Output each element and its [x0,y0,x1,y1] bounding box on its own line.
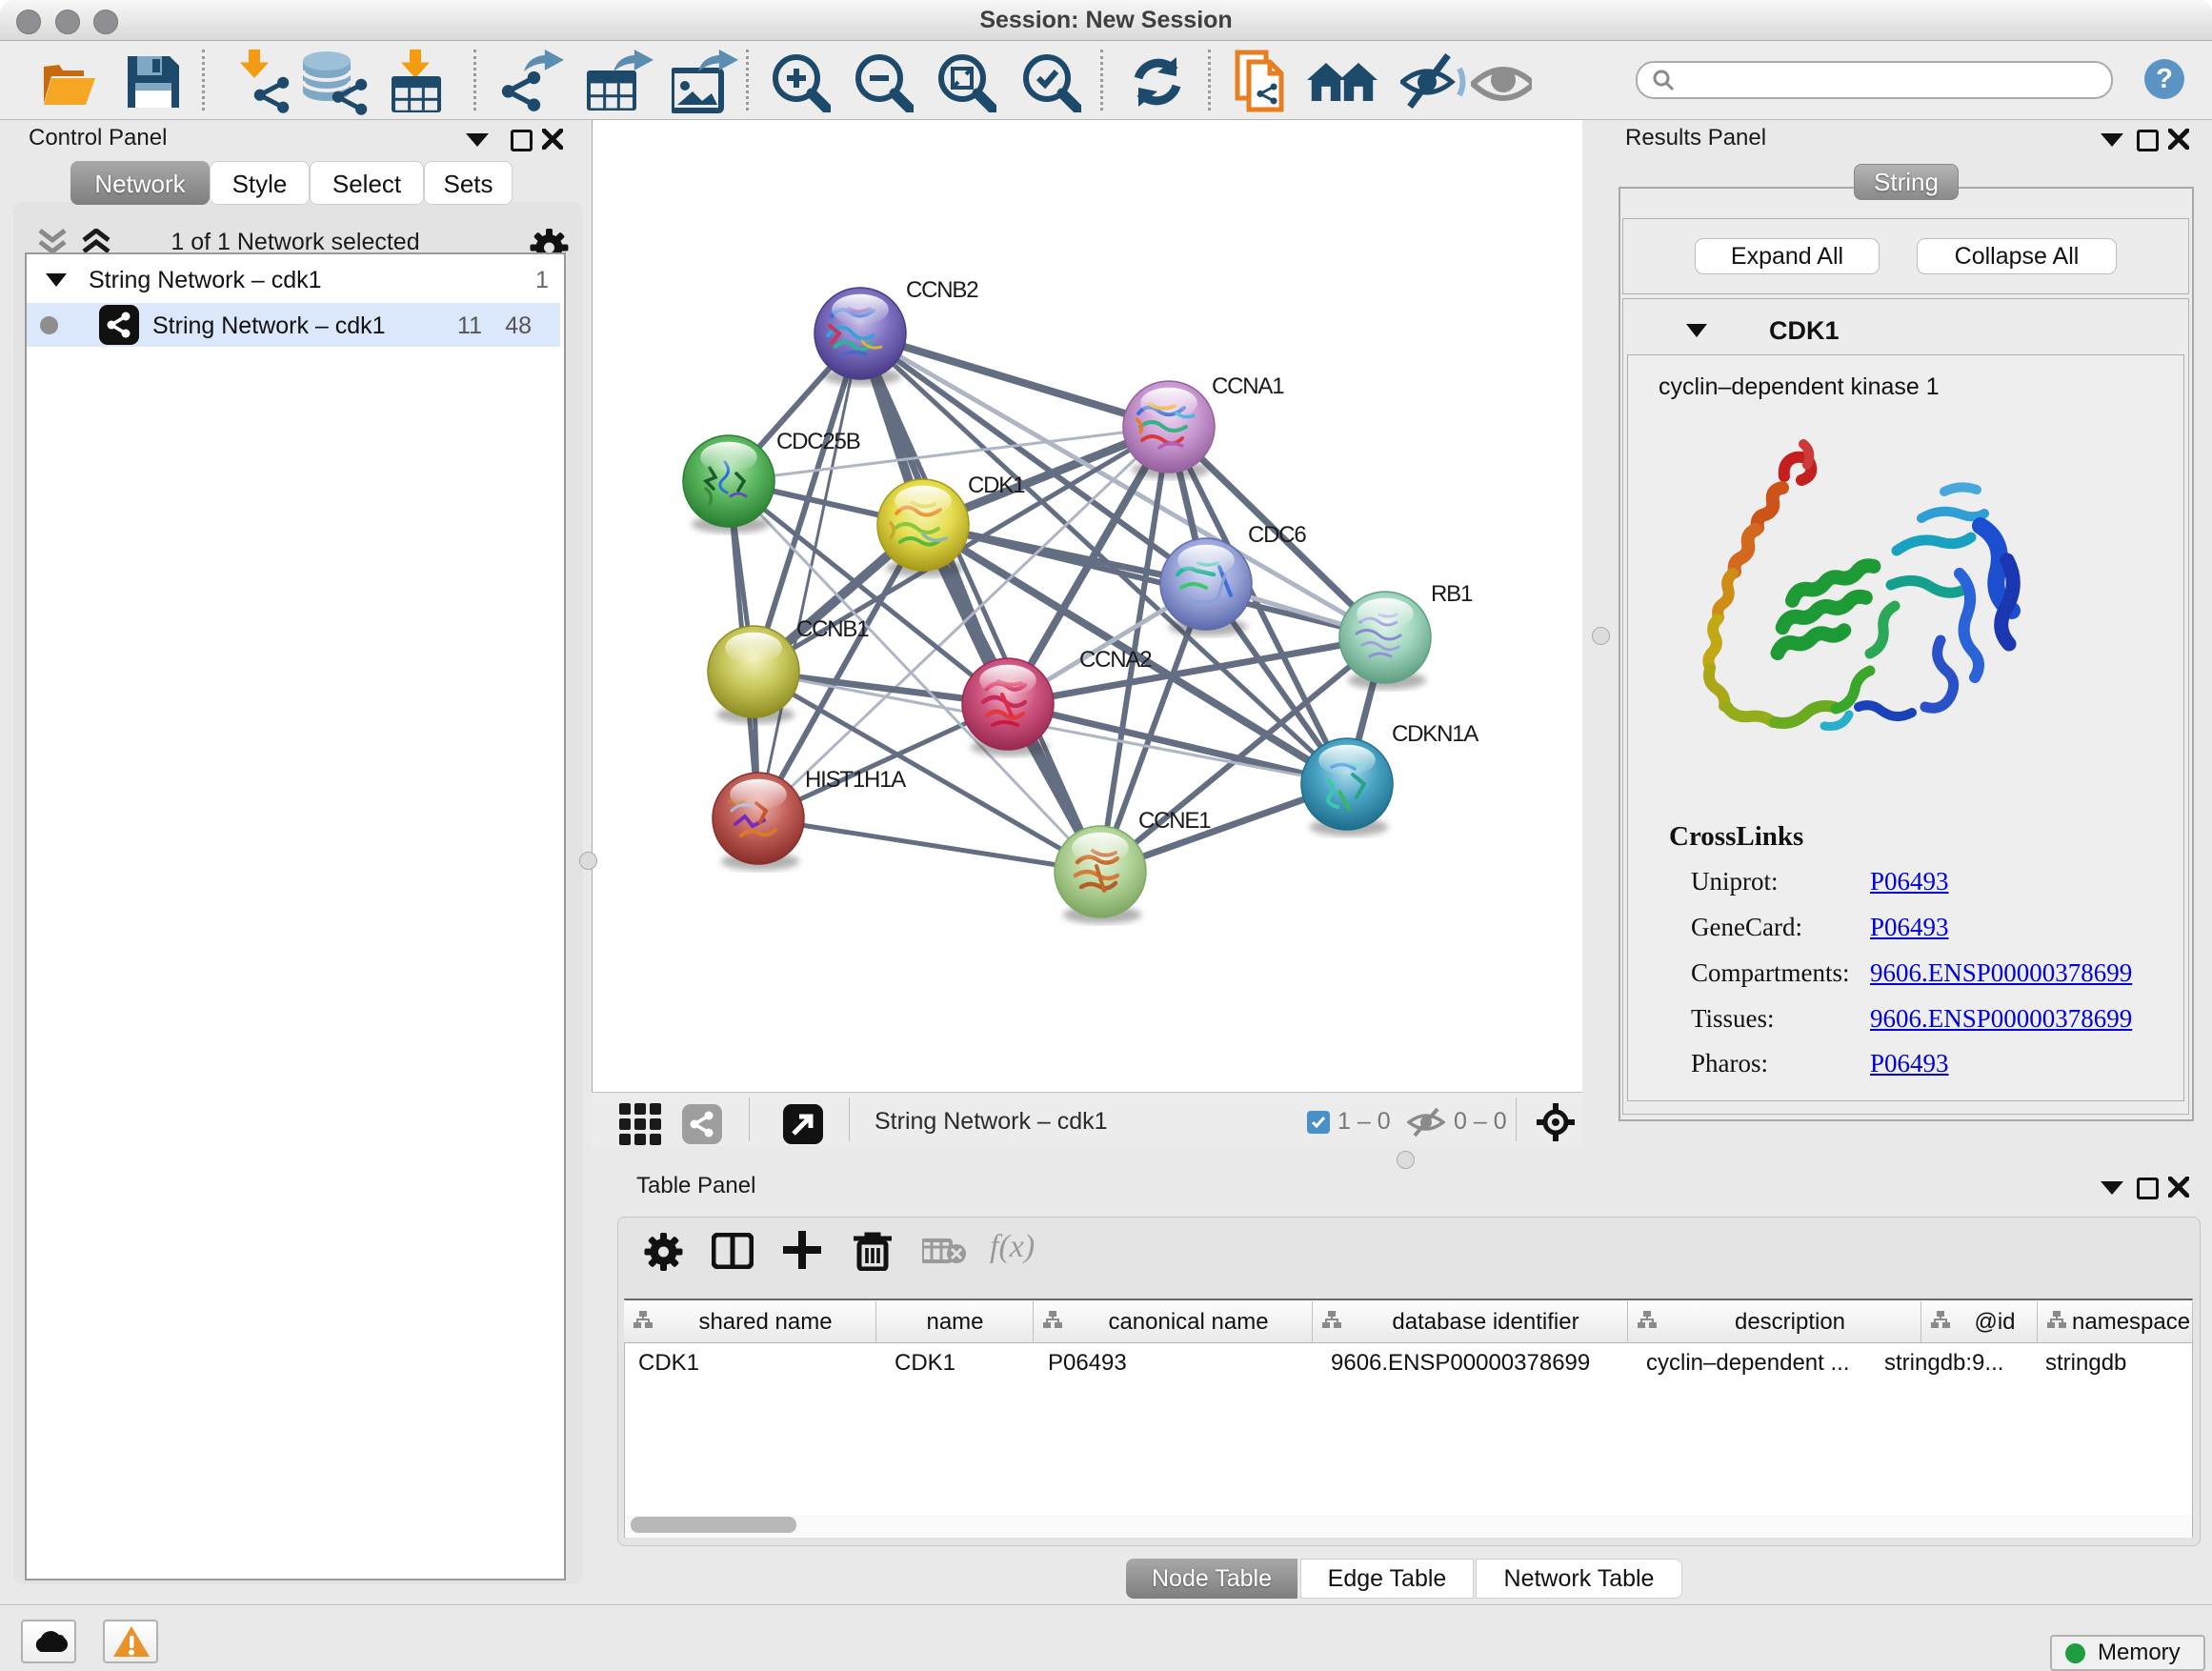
svg-text:CCNA1: CCNA1 [1212,373,1284,399]
svg-text:CDC6: CDC6 [1248,522,1306,548]
svg-text:HIST1H1A: HIST1H1A [805,767,906,793]
svg-text:CCNB2: CCNB2 [906,277,978,303]
svg-text:CCNE1: CCNE1 [1138,808,1211,834]
svg-text:CCNB1: CCNB1 [796,616,869,642]
svg-text:RB1: RB1 [1431,581,1473,607]
svg-text:CDKN1A: CDKN1A [1392,721,1478,747]
svg-text:CCNA2: CCNA2 [1079,647,1152,673]
svg-text:CDK1: CDK1 [968,473,1025,498]
svg-text:CDC25B: CDC25B [776,429,860,454]
